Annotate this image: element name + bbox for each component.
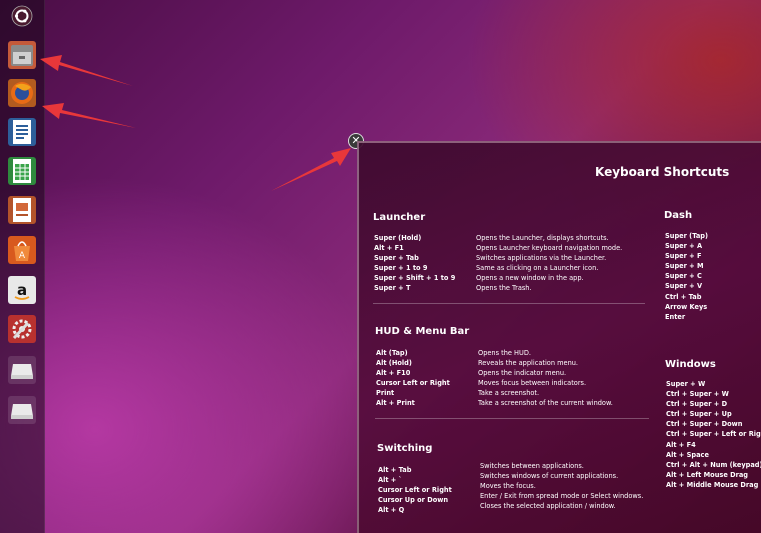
svg-text:a: a xyxy=(17,281,27,299)
drive-launcher-item[interactable] xyxy=(6,354,38,386)
launcher: A a xyxy=(0,0,45,533)
shortcut-description: Switches between applications. xyxy=(480,462,584,470)
shortcut-description: Take a screenshot of the current window. xyxy=(478,399,613,408)
shortcut-description: Reveals the application menu. xyxy=(478,359,579,368)
shortcut-key: Arrow Keys xyxy=(665,302,708,311)
shortcut-key: Alt + Q xyxy=(378,506,405,515)
shortcut-key: Cursor Left or Right xyxy=(376,379,450,388)
shortcut-description: Opens Launcher keyboard navigation mode. xyxy=(476,244,623,253)
shortcut-description: Take a screenshot. xyxy=(478,389,540,398)
shortcut-key: Super + A xyxy=(665,242,703,251)
file-cabinet-icon xyxy=(7,40,37,70)
shortcut-key: Ctrl + Super + D xyxy=(666,400,728,409)
shortcut-description: Opens the Trash. xyxy=(476,284,532,293)
shortcut-key: Alt + F1 xyxy=(374,244,404,253)
shortcut-key: Alt (Tap) xyxy=(376,349,408,357)
shortcut-key: Cursor Up or Down xyxy=(378,496,449,505)
shortcut-key: Ctrl + Tab xyxy=(665,292,702,301)
shortcut-key: Ctrl + Alt + Num (keypad) xyxy=(666,460,761,469)
shortcut-description: Switches windows of current applications… xyxy=(480,472,619,481)
hud-descriptions: Opens the HUD. Reveals the application m… xyxy=(478,348,613,409)
section-divider xyxy=(375,418,649,419)
section-windows-heading: Windows xyxy=(665,359,716,370)
arrow xyxy=(42,103,136,128)
hud-keys: Alt (Tap) Alt (Hold) Alt + F10 Cursor Le… xyxy=(376,348,450,409)
shortcut-key: Super + W xyxy=(666,380,706,388)
system-settings-launcher-item[interactable] xyxy=(6,313,38,345)
amazon-icon: a xyxy=(7,275,37,305)
shortcut-key: Super (Tap) xyxy=(665,232,709,240)
shortcut-description: Enter / Exit from spread mode or Select … xyxy=(480,492,644,501)
wrench-gear-icon xyxy=(7,314,37,344)
shortcut-key: Alt + F4 xyxy=(666,440,696,449)
shortcut-key: Alt + Middle Mouse Drag xyxy=(666,480,759,489)
shortcut-key: Alt + ` xyxy=(378,476,402,485)
shortcut-description: Opens the HUD. xyxy=(478,349,532,357)
section-hud-heading: HUD & Menu Bar xyxy=(375,326,470,337)
firefox-launcher-item[interactable] xyxy=(6,77,38,109)
shortcut-description: Opens a new window in the app. xyxy=(476,274,584,283)
shortcut-key: Super + V xyxy=(665,282,703,291)
shortcut-key: Super + F xyxy=(665,252,702,261)
shortcut-key: Super + M xyxy=(665,262,704,271)
shortcut-key: Super + T xyxy=(374,284,411,293)
calc-launcher-item[interactable] xyxy=(6,155,38,187)
libreoffice-impress-icon xyxy=(7,195,37,225)
shortcut-key: Alt + Space xyxy=(666,450,709,459)
ubuntu-logo-icon[interactable] xyxy=(6,2,38,30)
libreoffice-calc-icon xyxy=(7,156,37,186)
shortcut-key: Alt + Tab xyxy=(378,466,412,474)
shortcut-key: Ctrl + Super + Down xyxy=(666,420,743,429)
section-switching-heading: Switching xyxy=(377,443,433,454)
shortcut-key: Alt + Print xyxy=(376,399,415,408)
shortcut-key: Super + Tab xyxy=(374,254,419,263)
libreoffice-writer-icon xyxy=(7,117,37,147)
shortcut-description: Switches applications via the Launcher. xyxy=(476,254,607,263)
shortcut-key: Alt + Left Mouse Drag xyxy=(666,470,748,479)
writer-launcher-item[interactable] xyxy=(6,116,38,148)
section-dash-heading: Dash xyxy=(664,210,693,221)
shortcut-key: Super + C xyxy=(665,272,702,281)
shortcut-description: Moves the focus. xyxy=(480,482,536,491)
arrow xyxy=(40,55,133,86)
shortcut-key: Cursor Left or Right xyxy=(378,486,452,495)
shortcut-key: Ctrl + Super + W xyxy=(666,390,729,399)
shortcut-key: Super + Shift + 1 to 9 xyxy=(374,274,456,283)
drive-icon xyxy=(7,395,37,425)
windows-keys: Super + W Ctrl + Super + W Ctrl + Super … xyxy=(666,379,761,490)
shortcut-description: Closes the selected application / window… xyxy=(480,502,616,511)
amazon-launcher-item[interactable]: a xyxy=(6,274,38,306)
section-launcher-heading: Launcher xyxy=(373,212,426,223)
shortcut-description: Moves focus between indicators. xyxy=(478,379,587,388)
switching-keys: Alt + Tab Alt + ` Cursor Left or Right C… xyxy=(378,465,452,515)
shopping-bag-icon: A xyxy=(7,235,37,265)
dash-keys: Super (Tap) Super + A Super + F Super + … xyxy=(665,231,708,322)
arrow xyxy=(271,148,351,191)
drive-icon xyxy=(7,355,37,385)
shortcut-key: Alt + F10 xyxy=(376,369,411,378)
section-divider xyxy=(373,303,645,304)
shortcut-key: Print xyxy=(376,389,395,398)
shortcut-description: Opens the indicator menu. xyxy=(478,369,567,378)
shortcut-description: Opens the Launcher, displays shortcuts. xyxy=(476,234,609,242)
drive-launcher-item[interactable] xyxy=(6,394,38,426)
svg-text:A: A xyxy=(19,251,26,261)
shortcut-key: Super (Hold) xyxy=(374,234,422,242)
switching-descriptions: Switches between applications. Switches … xyxy=(480,461,643,511)
shortcut-key: Super + 1 to 9 xyxy=(374,264,428,273)
software-center-launcher-item[interactable]: A xyxy=(6,234,38,266)
files-launcher-item[interactable] xyxy=(6,39,38,71)
launcher-descriptions: Opens the Launcher, displays shortcuts. … xyxy=(476,233,622,294)
keyboard-shortcuts-overlay: Keyboard Shortcuts Launcher Super (Hold)… xyxy=(357,141,761,533)
launcher-keys: Super (Hold) Alt + F1 Super + Tab Super … xyxy=(374,233,455,294)
shortcut-description: Same as clicking on a Launcher icon. xyxy=(476,264,599,273)
shortcut-key: Enter xyxy=(665,312,686,321)
shortcut-key: Ctrl + Super + Up xyxy=(666,410,732,419)
impress-launcher-item[interactable] xyxy=(6,194,38,226)
firefox-icon xyxy=(7,78,37,108)
shortcut-key: Ctrl + Super + Left or Right xyxy=(666,430,761,439)
overlay-title: Keyboard Shortcuts xyxy=(595,165,730,179)
shortcut-key: Alt (Hold) xyxy=(376,359,412,368)
